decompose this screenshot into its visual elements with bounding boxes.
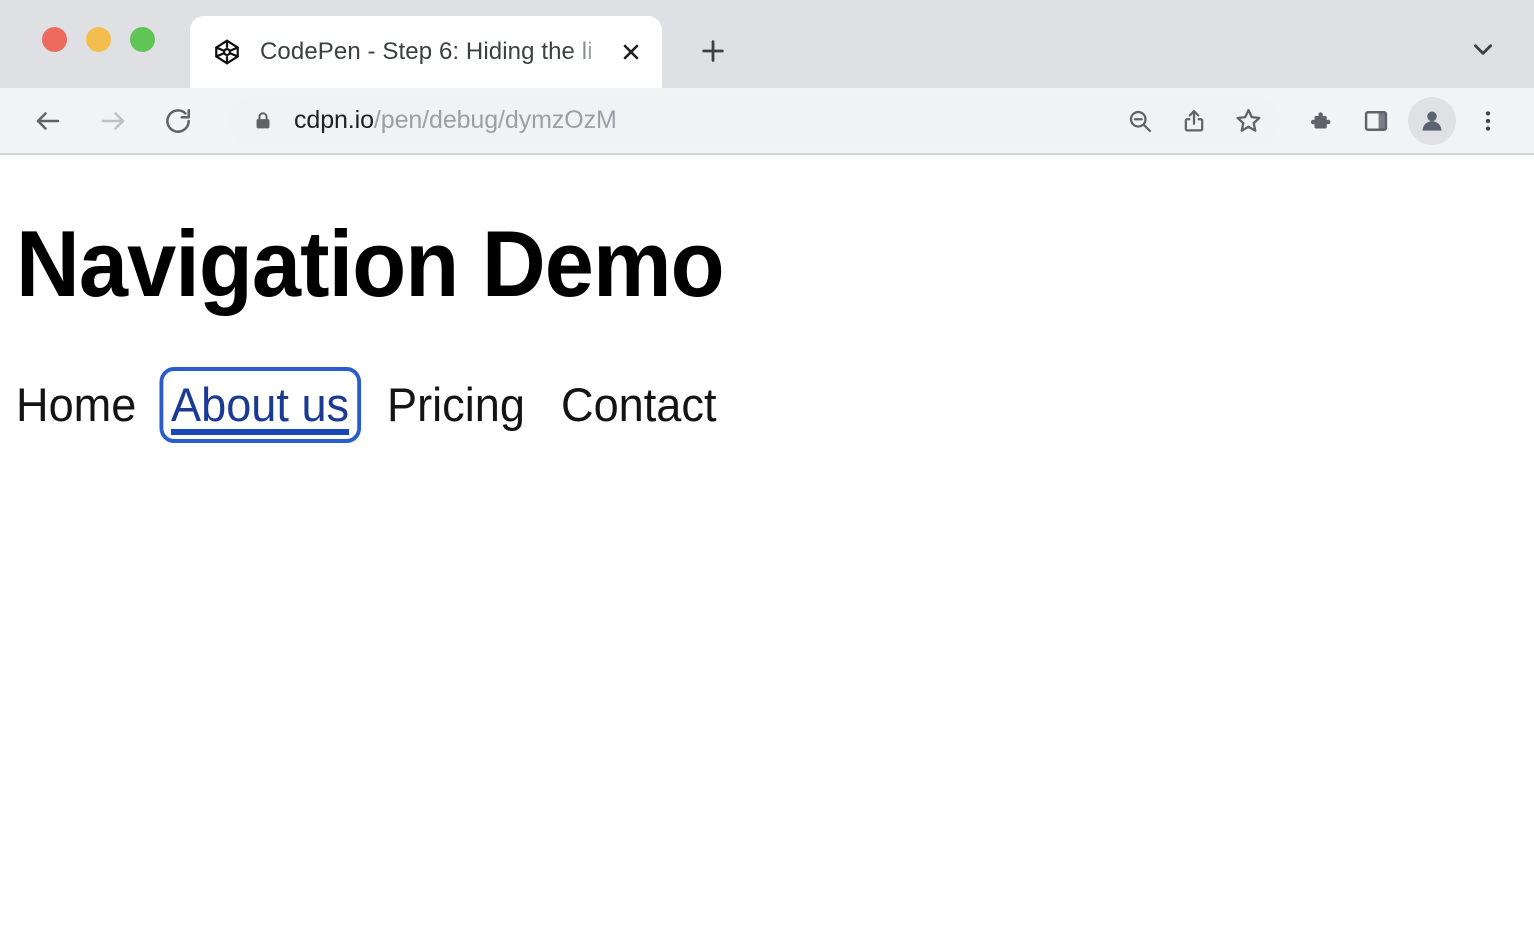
url-path: /pen/debug/dymzOzM [374, 106, 617, 134]
browser-window: CodePen - Step 6: Hiding the li [0, 0, 1534, 950]
lock-icon[interactable] [250, 108, 276, 134]
browser-toolbar: cdpn.io/pen/debug/dymzOzM [0, 88, 1534, 155]
page-title: Navigation Demo [16, 217, 1443, 311]
nav-link-contact[interactable]: Contact [561, 379, 717, 431]
reload-icon[interactable] [154, 97, 202, 145]
address-bar[interactable]: cdpn.io/pen/debug/dymzOzM [228, 97, 1280, 145]
address-bar-url: cdpn.io/pen/debug/dymzOzM [294, 106, 1118, 135]
window-close-button[interactable] [42, 27, 67, 52]
nav-spacer [141, 404, 171, 405]
address-bar-actions [1118, 99, 1274, 143]
new-tab-button[interactable] [688, 26, 738, 76]
demo-navigation: Home About us Pricing Contact [16, 379, 1534, 431]
extensions-puzzle-icon[interactable] [1296, 97, 1344, 145]
browser-tab-active[interactable]: CodePen - Step 6: Hiding the li [190, 16, 662, 88]
tab-title: CodePen - Step 6: Hiding the li [260, 38, 610, 66]
chevron-down-icon[interactable] [1462, 28, 1504, 70]
window-traffic-lights [0, 0, 155, 88]
codepen-logo-icon [212, 37, 242, 67]
profile-avatar-icon[interactable] [1408, 97, 1456, 145]
bookmark-star-icon[interactable] [1226, 99, 1270, 143]
toolbar-actions [1296, 97, 1512, 145]
nav-link-about-us[interactable]: About us [171, 379, 349, 431]
back-arrow-icon[interactable] [24, 97, 72, 145]
nav-link-home[interactable]: Home [16, 379, 136, 431]
nav-spacer [357, 404, 387, 405]
nav-spacer [531, 404, 561, 405]
share-icon[interactable] [1172, 99, 1216, 143]
tab-close-button[interactable] [614, 35, 648, 69]
zoom-out-icon[interactable] [1118, 99, 1162, 143]
browser-menu-icon[interactable] [1464, 97, 1512, 145]
tab-strip: CodePen - Step 6: Hiding the li [0, 0, 1534, 88]
window-maximize-button[interactable] [130, 27, 155, 52]
side-panel-icon[interactable] [1352, 97, 1400, 145]
url-host: cdpn.io [294, 106, 374, 134]
forward-arrow-icon [89, 97, 137, 145]
page-viewport: Navigation Demo Home About us Pricing Co… [0, 155, 1534, 950]
tabs-row: CodePen - Step 6: Hiding the li [190, 0, 738, 88]
window-minimize-button[interactable] [86, 27, 111, 52]
nav-link-pricing[interactable]: Pricing [387, 379, 525, 431]
